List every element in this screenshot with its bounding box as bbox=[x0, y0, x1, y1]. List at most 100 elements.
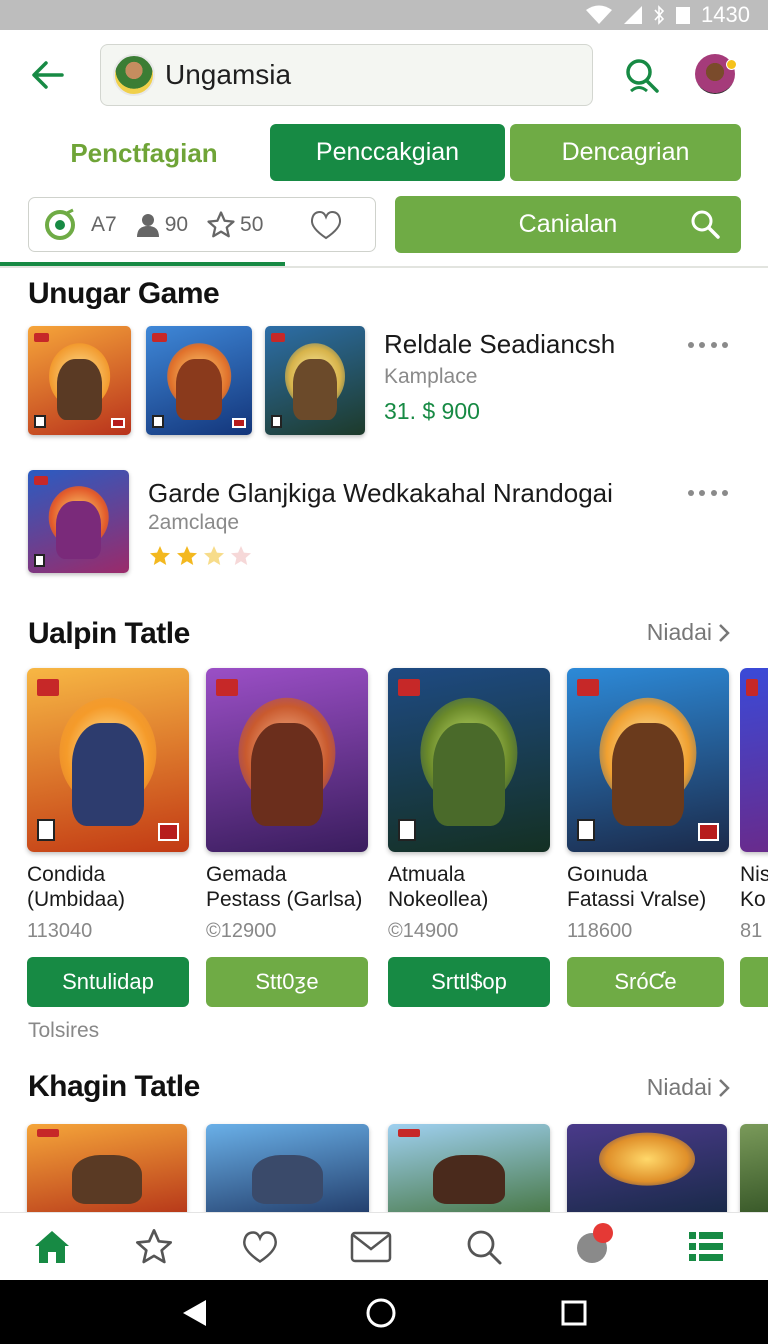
title-field[interactable]: Ungamsia bbox=[100, 44, 593, 106]
mail-icon bbox=[350, 1231, 392, 1263]
card-price: 118600 bbox=[567, 920, 633, 942]
game-cover[interactable] bbox=[388, 1124, 550, 1212]
stat-users-value: 90 bbox=[164, 212, 189, 236]
chevron-right-icon bbox=[719, 623, 730, 642]
divider bbox=[0, 266, 768, 268]
card-title-line2: Nokeollea) bbox=[388, 888, 489, 911]
see-all-link[interactable]: Niadai bbox=[647, 619, 730, 646]
search-icon bbox=[467, 1230, 502, 1265]
see-all-link[interactable]: Niadai bbox=[647, 1074, 730, 1101]
game-card[interactable]: Nis Ko 81 bbox=[740, 668, 768, 1007]
arrow-left-icon bbox=[32, 61, 64, 89]
stat-users: 90 bbox=[135, 212, 188, 238]
cta-label: Canialan bbox=[518, 210, 618, 238]
game-cover[interactable] bbox=[27, 1124, 187, 1212]
star-empty-icon bbox=[231, 546, 251, 565]
game-thumbnail[interactable] bbox=[265, 326, 365, 435]
list-item-subtitle: Kamplace bbox=[384, 365, 478, 388]
card-action-button[interactable]: Sntulidap bbox=[27, 957, 189, 1007]
section-title-khagin-tatle: Khagin Tatle bbox=[28, 1070, 200, 1103]
card-price: ©14900 bbox=[388, 920, 459, 942]
bluetooth-icon bbox=[654, 5, 665, 25]
star-outline-icon bbox=[207, 210, 235, 237]
system-recents-button[interactable] bbox=[558, 1297, 590, 1329]
game-cover[interactable] bbox=[206, 668, 368, 852]
list-item-title[interactable]: Garde Glanjkiga Wedkakahal Nrandogai bbox=[148, 478, 613, 509]
circle-home-icon bbox=[366, 1298, 396, 1328]
favorite-toggle[interactable] bbox=[309, 210, 343, 240]
card-title-line1: Atmuala bbox=[388, 863, 466, 886]
section-title-unugar-game: Unugar Game bbox=[28, 277, 220, 310]
card-price: 81 bbox=[740, 920, 763, 942]
card-title-line2: (Umbidaa) bbox=[27, 888, 126, 911]
game-card[interactable]: Condida (Umbidaa) 113040 Sntulidap bbox=[27, 668, 189, 1007]
list-item-price: 31. $ 900 bbox=[384, 398, 480, 424]
section-title-ualpin-tatle: Ualpin Tatle bbox=[28, 617, 190, 650]
list-item-title[interactable]: Reldale Seadiancsh bbox=[384, 329, 615, 360]
game-cover[interactable] bbox=[206, 1124, 369, 1212]
game-cover[interactable] bbox=[388, 668, 550, 852]
nav-favorites[interactable] bbox=[132, 1225, 176, 1269]
card-title-line2: Ko bbox=[740, 888, 766, 911]
app-screen: 1430 Ungamsia Penctfagian Penccakgian De… bbox=[0, 0, 768, 1344]
system-back-button[interactable] bbox=[178, 1297, 210, 1329]
game-card[interactable]: Gemada Pestass (Garlsa) ©12900 Stt0ƺe bbox=[206, 668, 368, 1007]
stat-level: A7 bbox=[43, 208, 117, 242]
tab-bar: Penctfagian Penccakgian Dencagrian bbox=[0, 124, 768, 182]
status-bar: 1430 bbox=[0, 0, 768, 30]
card-action-button[interactable] bbox=[740, 957, 768, 1007]
card-action-button[interactable]: SróƇe bbox=[567, 957, 724, 1007]
notification-dot bbox=[726, 59, 737, 70]
nav-list[interactable] bbox=[684, 1225, 728, 1269]
stats-box: A7 90 50 bbox=[28, 197, 376, 252]
system-home-button[interactable] bbox=[365, 1297, 397, 1329]
star-filled-icon bbox=[177, 546, 197, 565]
tab-dencagrian[interactable]: Dencagrian bbox=[510, 124, 741, 181]
nav-home[interactable] bbox=[30, 1225, 74, 1269]
more-options-button[interactable] bbox=[688, 335, 728, 355]
tab-penccakgian[interactable]: Penccakgian bbox=[270, 124, 505, 181]
star-rating bbox=[148, 544, 253, 568]
card-title-line1: Gemada bbox=[206, 863, 287, 886]
chevron-right-icon bbox=[719, 1078, 730, 1097]
nav-messages[interactable] bbox=[349, 1225, 393, 1269]
canialan-button[interactable]: Canialan bbox=[395, 196, 741, 253]
nav-wishlist[interactable] bbox=[238, 1225, 282, 1269]
back-button[interactable] bbox=[26, 54, 68, 96]
game-thumbnail[interactable] bbox=[28, 470, 129, 573]
game-cover[interactable] bbox=[567, 668, 729, 852]
game-cover[interactable] bbox=[740, 668, 768, 852]
search-icon bbox=[691, 210, 720, 239]
card-title-line1: Goınuda bbox=[567, 863, 648, 886]
game-thumbnail[interactable] bbox=[146, 326, 252, 435]
triangle-back-icon bbox=[183, 1300, 206, 1326]
star-icon bbox=[136, 1229, 173, 1264]
card-price: 113040 bbox=[27, 920, 93, 942]
card-action-button[interactable]: Srttl$op bbox=[388, 957, 550, 1007]
card-action-button[interactable]: Stt0ƺe bbox=[206, 957, 368, 1007]
tab-penctfagian[interactable]: Penctfagian bbox=[28, 124, 260, 182]
card-title-line1: Nis bbox=[740, 863, 768, 886]
card-price: ©12900 bbox=[206, 920, 277, 942]
heart-outline-icon bbox=[311, 210, 342, 239]
game-thumbnail[interactable] bbox=[28, 326, 131, 435]
game-card[interactable]: Atmuala Nokeollea) ©14900 Srttl$op bbox=[388, 668, 550, 1007]
see-all-label: Niadai bbox=[646, 1074, 712, 1100]
game-cover[interactable] bbox=[567, 1124, 727, 1212]
more-options-button[interactable] bbox=[688, 483, 728, 503]
game-card[interactable]: Goınuda Fatassi Vralse) 118600 SróƇe bbox=[567, 668, 729, 1007]
battery-icon bbox=[676, 7, 691, 24]
card-title-line1: Condida bbox=[27, 863, 106, 886]
signal-icon bbox=[624, 6, 643, 24]
search-button[interactable] bbox=[620, 54, 664, 98]
app-bar: Ungamsia bbox=[0, 30, 768, 120]
game-cover[interactable] bbox=[740, 1124, 768, 1212]
game-cover[interactable] bbox=[27, 668, 189, 852]
stat-level-value: A7 bbox=[91, 212, 117, 236]
see-all-label: Niadai bbox=[646, 619, 712, 645]
star-filled-icon bbox=[150, 546, 170, 565]
wifi-icon bbox=[586, 5, 613, 24]
card-title-line2: Pestass (Garlsa) bbox=[206, 888, 363, 911]
page-title: Ungamsia bbox=[165, 59, 292, 90]
nav-search[interactable] bbox=[462, 1225, 506, 1269]
